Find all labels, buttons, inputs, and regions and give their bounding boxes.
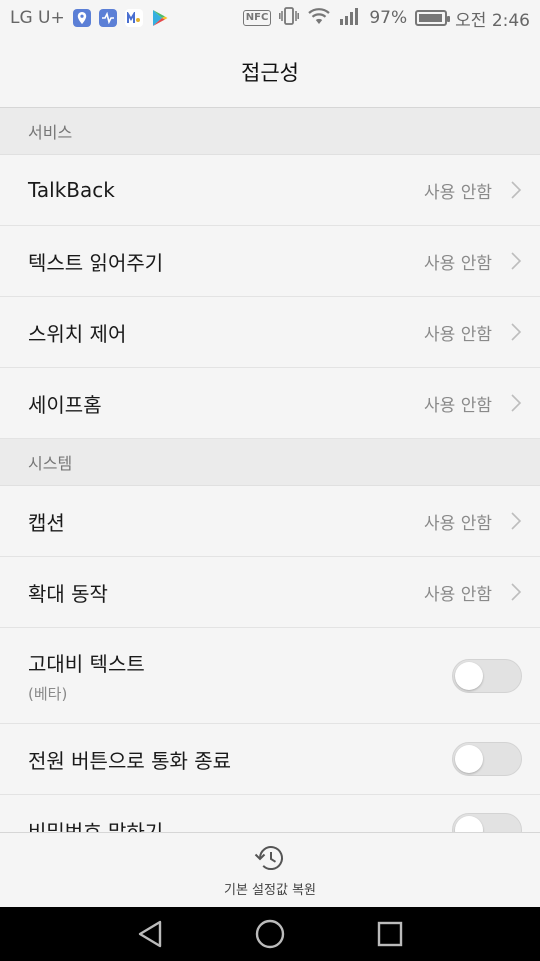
nfc-icon: NFC	[242, 10, 272, 26]
item-value: 사용 안함	[424, 584, 492, 605]
section-header-system: 시스템	[0, 439, 540, 486]
page-title: 접근성	[241, 60, 299, 85]
speak-passwords-toggle[interactable]	[452, 813, 522, 832]
chevron-right-icon	[511, 323, 522, 341]
item-value: 사용 안함	[424, 253, 492, 274]
chevron-right-icon	[511, 252, 522, 270]
list-item-safe-home[interactable]: 세이프홈 사용 안함	[0, 368, 540, 439]
title-bar: 접근성	[0, 36, 540, 108]
restore-icon	[254, 845, 283, 870]
back-icon[interactable]	[130, 914, 170, 954]
item-label: 텍스트 읽어주기	[28, 250, 164, 275]
navigation-bar	[0, 907, 540, 961]
status-bar: LG U+ NFC 97% 오전 2:46	[0, 0, 540, 36]
item-value: 사용 안함	[424, 324, 492, 345]
list-item-power-button-ends-call[interactable]: 전원 버튼으로 통화 종료	[0, 724, 540, 795]
battery-percent: 97%	[369, 8, 408, 28]
status-left: LG U+	[10, 8, 169, 28]
item-label: 캡션	[28, 510, 65, 535]
status-right: NFC 97% 오전 2:46	[242, 6, 530, 31]
chevron-right-icon	[511, 583, 522, 601]
list-item-switch-control[interactable]: 스위치 제어 사용 안함	[0, 297, 540, 368]
high-contrast-toggle[interactable]	[452, 658, 522, 693]
item-label: 확대 동작	[28, 581, 108, 606]
wifi-icon	[307, 7, 331, 30]
list-item-captions[interactable]: 캡션 사용 안함	[0, 486, 540, 557]
map-pin-icon	[72, 9, 91, 27]
chevron-right-icon	[511, 512, 522, 530]
list-item-talkback[interactable]: TalkBack 사용 안함	[0, 155, 540, 226]
clock: 오전 2:46	[455, 10, 530, 31]
toggle-knob	[455, 816, 483, 832]
item-label: 비밀번호 말하기	[28, 819, 164, 833]
item-label: 스위치 제어	[28, 321, 127, 346]
section-header-services: 서비스	[0, 108, 540, 155]
item-label: 세이프홈	[28, 392, 102, 417]
health-icon	[98, 9, 117, 27]
toggle-knob	[455, 661, 483, 690]
vibrate-icon	[279, 6, 300, 30]
m-app-icon	[124, 9, 143, 27]
item-value: 사용 안함	[424, 513, 492, 534]
item-value: 사용 안함	[424, 395, 492, 416]
item-label: TalkBack	[28, 178, 115, 202]
toggle-knob	[455, 745, 483, 773]
item-sublabel: (베타)	[28, 684, 68, 703]
item-value: 사용 안함	[424, 182, 492, 203]
list-item-high-contrast-text[interactable]: 고대비 텍스트 (베타)	[0, 628, 540, 724]
home-icon[interactable]	[250, 914, 290, 954]
play-store-icon	[151, 9, 169, 27]
restore-defaults-button[interactable]: 기본 설정값 복원	[0, 832, 540, 907]
power-button-ends-call-toggle[interactable]	[452, 742, 522, 776]
item-label: 전원 버튼으로 통화 종료	[28, 748, 232, 773]
battery-icon	[415, 10, 451, 26]
chevron-right-icon	[511, 394, 522, 412]
carrier-label: LG U+	[10, 8, 65, 28]
chevron-right-icon	[511, 181, 522, 199]
signal-icon	[339, 7, 361, 30]
recents-icon[interactable]	[370, 914, 410, 954]
list-item-speak-passwords[interactable]: 비밀번호 말하기	[0, 795, 540, 832]
restore-label: 기본 설정값 복원	[224, 882, 316, 898]
item-label: 고대비 텍스트	[28, 651, 145, 676]
list-item-text-to-speech[interactable]: 텍스트 읽어주기 사용 안함	[0, 226, 540, 297]
settings-list[interactable]: 서비스 TalkBack 사용 안함 텍스트 읽어주기 사용 안함 스위치 제어…	[0, 108, 540, 832]
list-item-magnification[interactable]: 확대 동작 사용 안함	[0, 557, 540, 628]
